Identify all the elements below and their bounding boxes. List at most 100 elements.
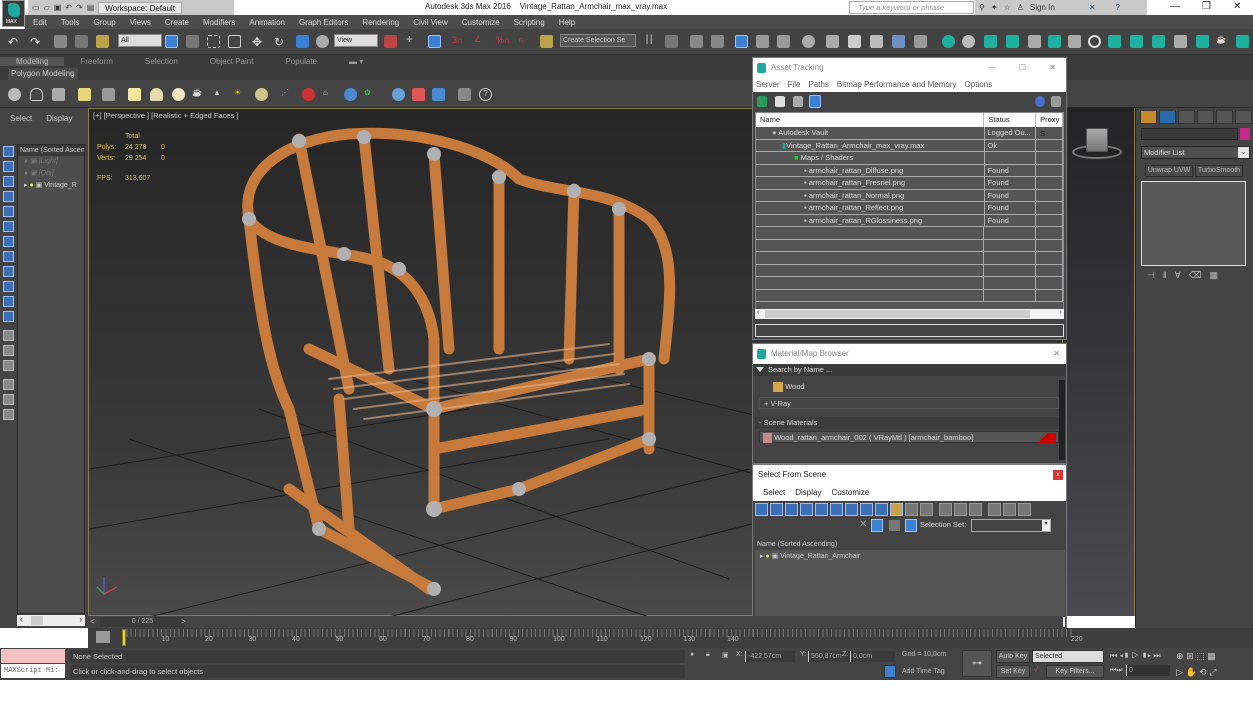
pin-stack-icon[interactable]: ⊣ — [1147, 270, 1155, 282]
menu-help[interactable]: Help — [559, 18, 575, 27]
utilities-tab-icon[interactable] — [1235, 110, 1252, 124]
list-view-icon[interactable] — [775, 96, 785, 107]
absolute-mode-icon[interactable]: ▣ — [722, 651, 729, 659]
previous-frame-icon[interactable]: ◂▮ — [1119, 651, 1129, 660]
playhead-marker[interactable] — [122, 629, 126, 646]
close-icon[interactable]: ✕ — [1053, 344, 1060, 364]
undo-icon[interactable]: ↶ — [8, 35, 21, 49]
menu-group[interactable]: Group — [93, 18, 115, 27]
table-row[interactable]: ▮Vintage_Rattan_Armchair_max_vray.max Ok — [756, 139, 1063, 152]
display-frozen-icon[interactable] — [3, 296, 14, 307]
vray-sphere-icon[interactable] — [1068, 35, 1081, 48]
scroll-thumb[interactable] — [765, 310, 1030, 318]
sphere-icon[interactable] — [255, 88, 268, 101]
material-editor-icon[interactable] — [802, 35, 815, 48]
menu-display[interactable]: Display — [795, 485, 821, 501]
display-all-icon[interactable] — [3, 330, 14, 341]
display-frozen-icon[interactable] — [905, 503, 918, 516]
plant-icon[interactable]: ✿ — [364, 88, 377, 101]
close-icon[interactable]: x — [1053, 470, 1063, 480]
camera-icon[interactable] — [102, 88, 115, 101]
vray-ring-icon[interactable] — [1088, 35, 1101, 48]
app-logo-button[interactable]: MAX — [2, 0, 25, 27]
vray-proxy-icon[interactable] — [1006, 35, 1019, 48]
pan-icon[interactable]: ✋ — [1185, 667, 1196, 677]
viewport-label-menu[interactable]: [+] [Perspective ] [Realistic + Edged Fa… — [93, 111, 239, 120]
vray-sun-icon[interactable] — [962, 35, 975, 48]
x-coordinate-field[interactable]: -422,57cm — [745, 651, 795, 662]
menu-options[interactable]: Options — [965, 78, 993, 92]
help-circle-icon[interactable]: ? — [479, 88, 492, 101]
display-containers-icon[interactable] — [3, 281, 14, 292]
next-frame-button[interactable]: > — [181, 617, 191, 627]
clipboard-icon[interactable] — [458, 88, 471, 101]
select-none-icon[interactable] — [954, 503, 967, 516]
display-shapes-icon[interactable] — [770, 503, 783, 516]
help-icon[interactable]: ? — [1116, 3, 1120, 12]
maximize-icon[interactable]: ☐ — [1019, 58, 1026, 78]
vray-plane-icon[interactable] — [1048, 35, 1061, 48]
ribbon-toggle-icon[interactable] — [711, 35, 724, 48]
display-hidden-icon[interactable] — [920, 503, 933, 516]
vray-camera-icon[interactable] — [984, 35, 997, 48]
maximize-viewport-icon[interactable]: ⤢ — [1209, 667, 1216, 677]
menu-rendering[interactable]: Rendering — [362, 18, 399, 27]
next-frame-icon[interactable]: ▮▸ — [1141, 651, 1151, 660]
make-unique-icon[interactable]: ∀ — [1175, 270, 1181, 282]
list-item[interactable]: ▸ ● ▣ Vintage_R — [18, 180, 84, 192]
set-key-mode-icon[interactable]: ⊶ — [962, 650, 992, 677]
display-helpers-icon[interactable] — [815, 503, 828, 516]
select-object-icon[interactable] — [165, 35, 178, 48]
motion-tab-icon[interactable] — [1197, 110, 1214, 124]
z-coordinate-field[interactable]: 0,0cm — [850, 651, 895, 662]
go-to-end-icon[interactable]: ⏭ — [1153, 651, 1160, 660]
find-icon[interactable] — [1003, 503, 1016, 516]
tab-selection[interactable]: Selection — [129, 57, 194, 66]
display-bones-icon[interactable] — [875, 503, 888, 516]
list-item[interactable]: ● ▣ [Obj] — [18, 168, 84, 180]
material-search-input[interactable]: Search by Name ... — [753, 364, 1066, 376]
place-icon[interactable] — [316, 35, 329, 48]
horizontal-scrollbar[interactable]: ‹› — [755, 309, 1064, 319]
new-file-icon[interactable]: ▭ — [32, 3, 40, 12]
teapot-object-icon[interactable]: ☕ — [192, 88, 205, 101]
find-field[interactable] — [755, 519, 855, 533]
mini-curve-editor-icon[interactable] — [96, 631, 110, 643]
table-row[interactable]: ● Autodesk Vault Logged Ou... — [756, 127, 1063, 140]
menu-scripting[interactable]: Scripting — [514, 18, 545, 27]
grid-helper-icon[interactable]: ⌂ — [323, 88, 336, 101]
find-icon[interactable] — [3, 394, 14, 405]
play-icon[interactable]: ▷ — [1132, 651, 1139, 660]
display-groups-icon[interactable] — [3, 236, 14, 247]
link-icon[interactable] — [54, 35, 67, 48]
scroll-left-icon[interactable]: ‹ — [20, 615, 23, 624]
column-proxy[interactable]: Proxy S — [1036, 113, 1063, 138]
sphere-light-icon[interactable] — [172, 88, 185, 101]
hierarchy-tab-icon[interactable] — [1178, 110, 1195, 124]
glass-sphere-icon[interactable] — [392, 88, 405, 101]
ribbon-options-icon[interactable]: ▬ ▾ — [333, 57, 379, 66]
display-spacewarps-icon[interactable] — [3, 221, 14, 232]
scroll-left-icon[interactable]: ‹ — [757, 309, 759, 316]
reference-coordinate-dropdown[interactable]: View — [334, 34, 378, 47]
display-cameras-icon[interactable] — [800, 503, 813, 516]
display-groups-icon[interactable] — [845, 503, 858, 516]
vray-group-header[interactable]: + V-Ray — [759, 397, 1059, 409]
spinner-snap-icon[interactable]: ∩ — [518, 35, 531, 48]
display-xrefs-icon[interactable] — [3, 251, 14, 262]
dialog-title-bar[interactable]: Material/Map Browser ✕ — [753, 344, 1066, 364]
modifier-stack[interactable] — [1141, 181, 1246, 266]
undo-icon[interactable]: ↶ — [65, 3, 72, 12]
vray-bulb-icon[interactable] — [1236, 35, 1249, 48]
workspace-dropdown[interactable]: Workspace: Default — [98, 1, 182, 14]
sun-icon[interactable]: ☀ — [234, 88, 247, 101]
vray-fur-icon[interactable] — [1028, 35, 1041, 48]
vray-scene-icon[interactable] — [1174, 35, 1187, 48]
menu-edit[interactable]: Edit — [33, 18, 47, 27]
redo-icon[interactable]: ↷ — [30, 35, 43, 49]
render-iterative-icon[interactable] — [892, 35, 905, 48]
layers-icon[interactable] — [3, 409, 14, 420]
table-row[interactable]: ▪ armchair_rattan_Fresnel.png Found — [756, 177, 1063, 190]
minimize-icon[interactable]: — — [1170, 1, 1180, 12]
filter-icon[interactable] — [3, 379, 14, 390]
